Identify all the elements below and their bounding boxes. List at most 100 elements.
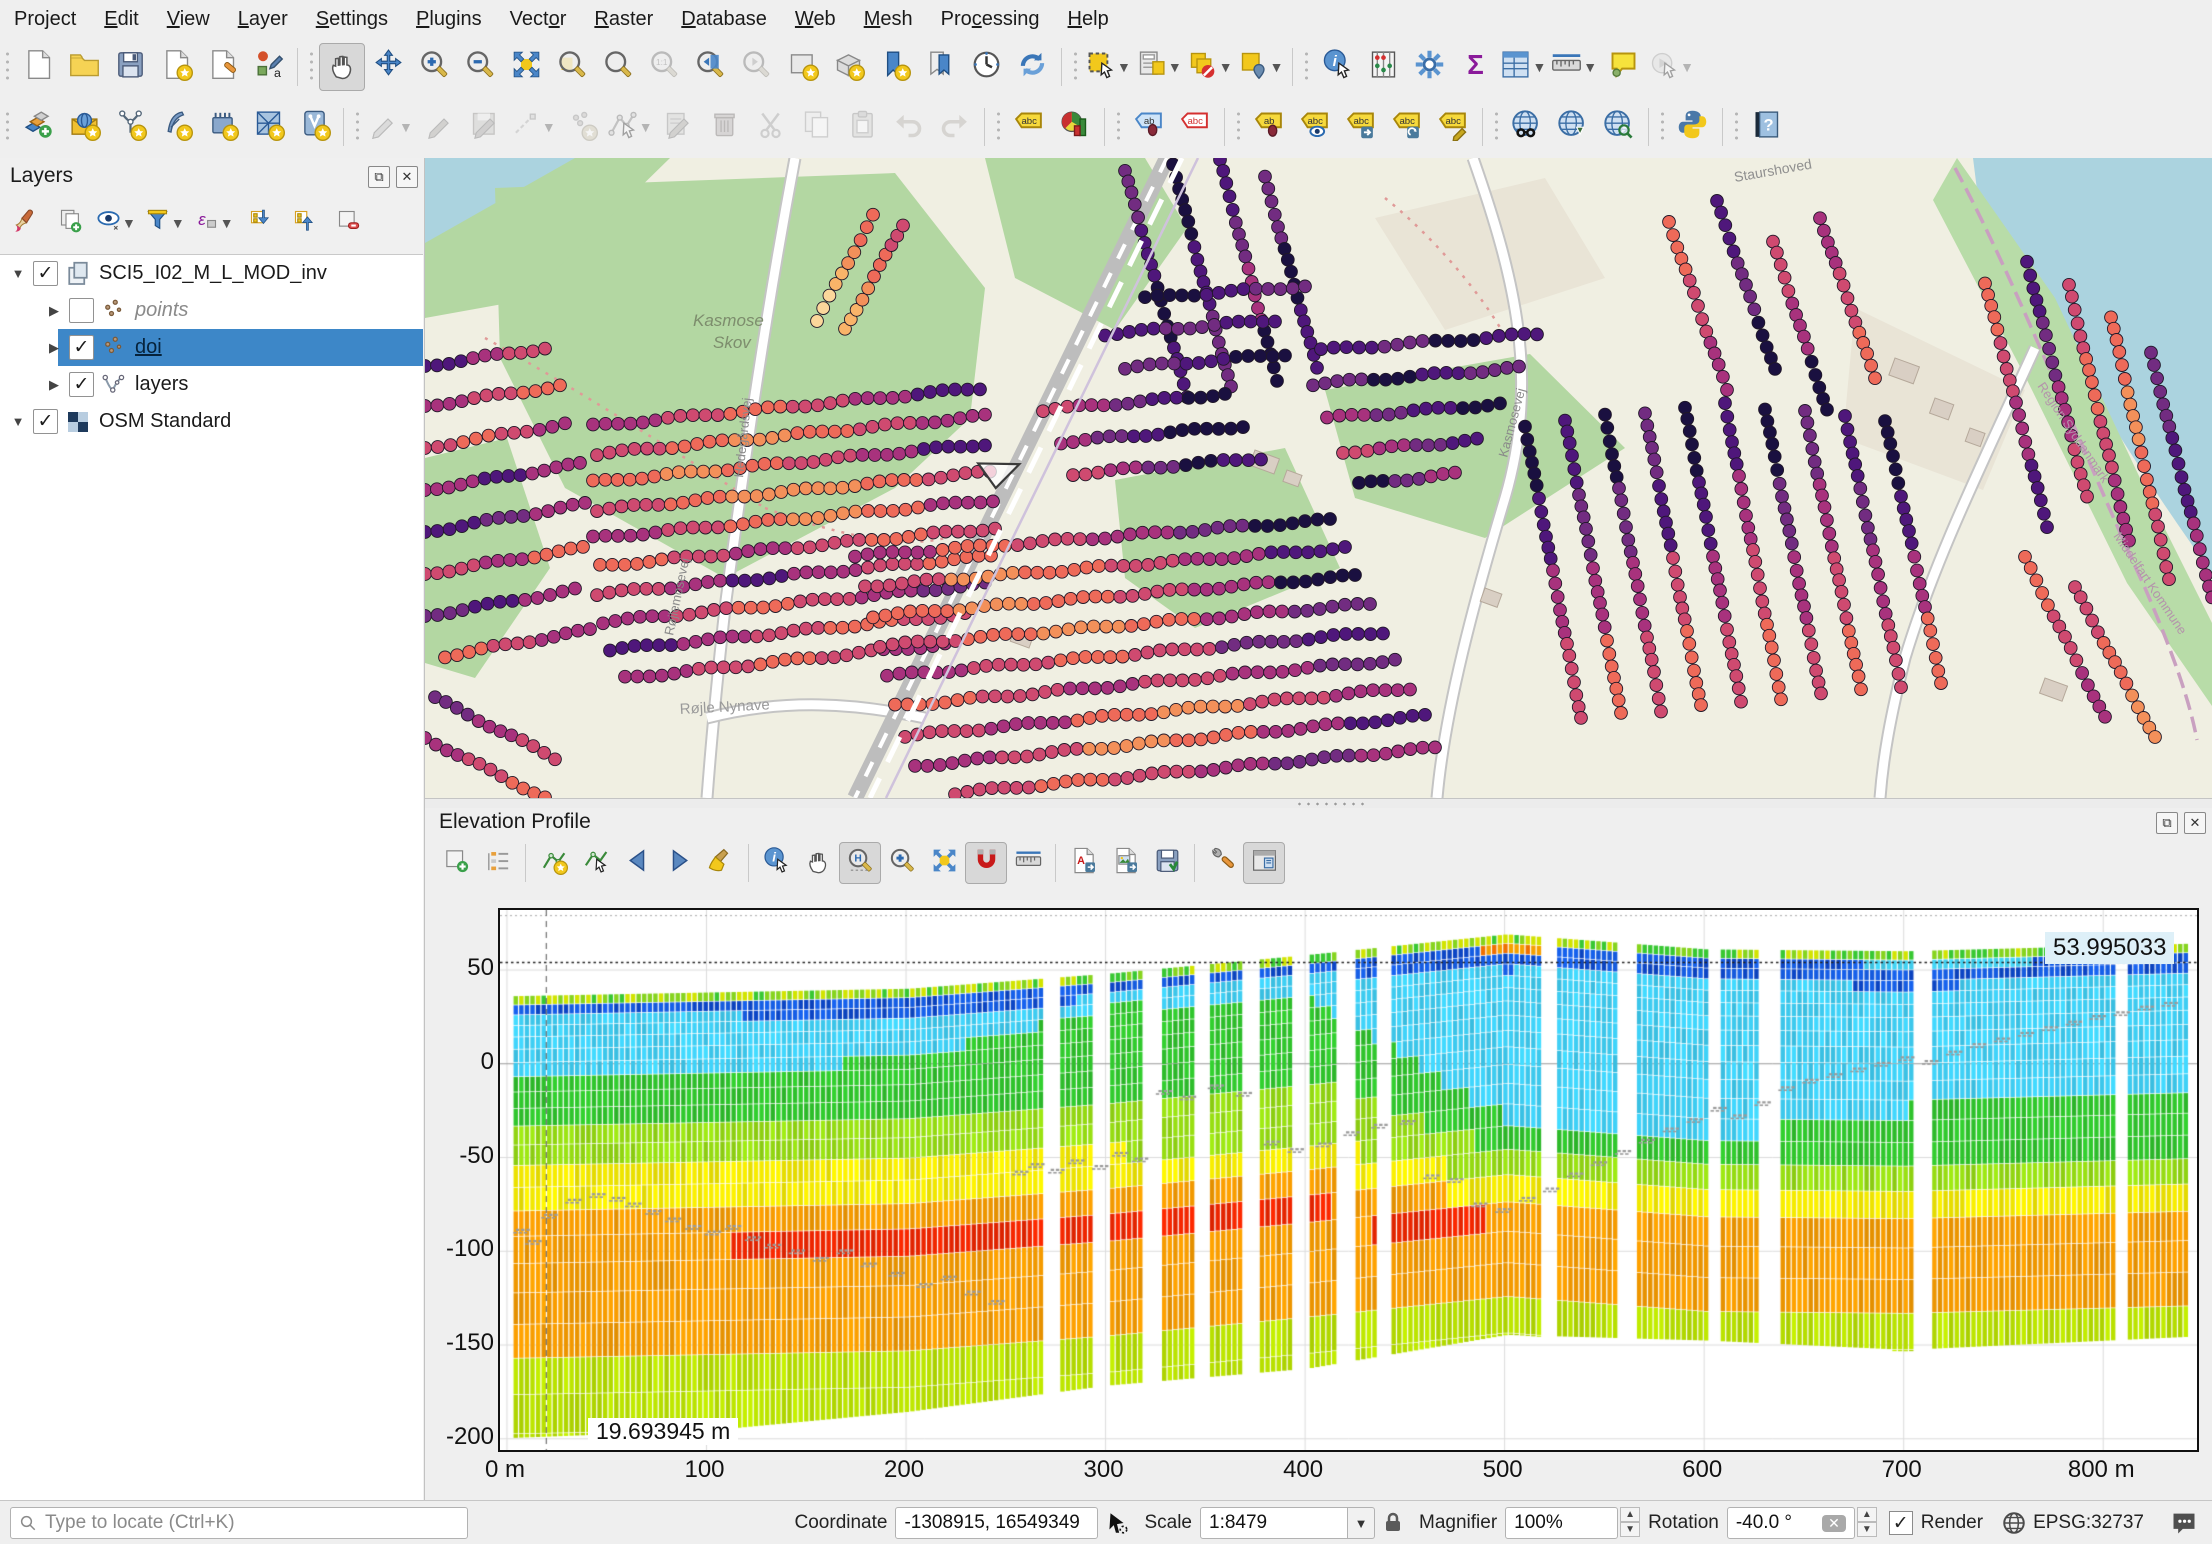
zoom-to-layer-button[interactable] xyxy=(549,43,595,91)
capture-curve-button[interactable] xyxy=(532,842,574,884)
new-shapefile-layer-button[interactable] xyxy=(107,103,153,151)
toolbar-grip[interactable] xyxy=(308,50,315,84)
elevation-chart-canvas[interactable] xyxy=(500,910,2197,1450)
chevron-down-icon[interactable]: ▼ xyxy=(1680,59,1694,75)
add-group-button[interactable] xyxy=(50,202,90,244)
quickmap-download-button[interactable] xyxy=(1550,103,1596,151)
lock-icon[interactable] xyxy=(1381,1511,1405,1535)
redo-button[interactable] xyxy=(932,103,978,151)
highlight-pinned-labels-button[interactable]: abc xyxy=(1292,103,1338,151)
menu-raster[interactable]: Raster xyxy=(580,3,667,36)
layer-tree-item-layers[interactable]: ▶✓layers xyxy=(0,366,423,403)
menu-database[interactable]: Database xyxy=(667,3,781,36)
layer-tree-item-points[interactable]: ▶points xyxy=(0,292,423,329)
toolbar-grip[interactable] xyxy=(995,110,1002,144)
toolbar-grip[interactable] xyxy=(354,110,361,144)
new-geopackage-layer-button[interactable] xyxy=(61,103,107,151)
add-record-button[interactable] xyxy=(559,103,605,151)
chevron-right-icon[interactable]: ▶ xyxy=(44,377,64,393)
filter-by-expression-button[interactable]: ε▼ xyxy=(192,202,237,244)
metasearch-button[interactable] xyxy=(1504,103,1550,151)
zoom-last-button[interactable] xyxy=(687,43,733,91)
export-pdf-button[interactable]: A xyxy=(1062,842,1104,884)
layer-diagram-button[interactable] xyxy=(1052,103,1098,151)
chevron-down-icon[interactable]: ▼ xyxy=(1583,59,1597,75)
undo-button[interactable] xyxy=(886,103,932,151)
menu-view[interactable]: View xyxy=(153,3,224,36)
save-profile-button[interactable] xyxy=(1146,842,1188,884)
new-print-layout-button[interactable] xyxy=(153,43,199,91)
toolbar-grip[interactable] xyxy=(1115,110,1122,144)
scale-combo[interactable]: 1:8479 ▼ xyxy=(1200,1507,1375,1539)
float-panel-icon[interactable]: ⧉ xyxy=(368,166,390,188)
layer-visibility-checkbox[interactable]: ✓ xyxy=(33,261,58,286)
menu-vector[interactable]: Vector xyxy=(496,3,581,36)
locator-bar[interactable]: Type to locate (Ctrl+K) xyxy=(10,1507,468,1539)
menu-mesh[interactable]: Mesh xyxy=(850,3,927,36)
messages-icon[interactable] xyxy=(2170,1509,2198,1537)
elevation-plot[interactable]: 19.693945 m 53.995033 xyxy=(498,908,2199,1452)
show-layout-manager-button[interactable] xyxy=(199,43,245,91)
new-project-button[interactable] xyxy=(15,43,61,91)
coordinate-input[interactable]: -1308915, 16549349 xyxy=(895,1507,1098,1539)
zoom-next-button[interactable] xyxy=(733,43,779,91)
pan-profile-button[interactable] xyxy=(797,842,839,884)
select-by-location-button[interactable]: ▼ xyxy=(1236,43,1287,91)
paste-features-button[interactable] xyxy=(840,103,886,151)
save-project-button[interactable] xyxy=(107,43,153,91)
menu-processing[interactable]: Processing xyxy=(927,3,1054,36)
magnifier-spin[interactable]: 100% ▲▼ xyxy=(1505,1507,1640,1539)
statistical-summary-button[interactable] xyxy=(1360,43,1406,91)
toolbar-grip[interactable] xyxy=(4,50,11,84)
toolbar-grip[interactable] xyxy=(1235,110,1242,144)
deselect-all-button[interactable]: ▼ xyxy=(1185,43,1236,91)
crs-label[interactable]: EPSG:32737 xyxy=(2033,1512,2144,1534)
menu-web[interactable]: Web xyxy=(781,3,850,36)
layer-visibility-checkbox[interactable]: ✓ xyxy=(69,335,94,360)
identify-profile-button[interactable]: i xyxy=(755,842,797,884)
collapse-all-button[interactable] xyxy=(285,202,325,244)
toolbar-grip[interactable] xyxy=(1072,50,1079,84)
toolbar-grip[interactable] xyxy=(1303,50,1310,84)
pan-map-button[interactable] xyxy=(319,43,365,91)
chevron-down-icon[interactable]: ▼ xyxy=(639,119,653,135)
toolbar-grip[interactable] xyxy=(4,110,11,144)
close-panel-icon[interactable]: ✕ xyxy=(2184,812,2206,834)
menu-edit[interactable]: Edit xyxy=(90,3,152,36)
manage-map-themes-button[interactable]: ▼ xyxy=(94,202,139,244)
map-tips-button[interactable] xyxy=(1600,43,1646,91)
menu-settings[interactable]: Settings xyxy=(302,3,402,36)
chevron-down-icon[interactable]: ▼ xyxy=(1219,59,1233,75)
rotation-spin[interactable]: -40.0 ° ✕ ▲▼ xyxy=(1727,1507,1877,1539)
chevron-down-icon[interactable]: ▼ xyxy=(1117,59,1131,75)
pin-labels-button[interactable]: ab xyxy=(1246,103,1292,151)
spin-up-icon[interactable]: ▲ xyxy=(1620,1507,1640,1522)
data-source-manager-button[interactable] xyxy=(15,103,61,151)
remove-layer-button[interactable] xyxy=(329,202,369,244)
chevron-down-icon[interactable]: ▼ xyxy=(1532,59,1546,75)
add-layers-button[interactable] xyxy=(435,842,477,884)
expand-all-button[interactable] xyxy=(241,202,281,244)
measure-distances-button[interactable] xyxy=(1007,842,1049,884)
zoom-x-axis-button[interactable]: H xyxy=(839,842,881,884)
processing-toolbox-button[interactable] xyxy=(1406,43,1452,91)
current-edits-button[interactable]: ▼ xyxy=(365,103,416,151)
chevron-down-icon[interactable]: ▼ xyxy=(399,119,413,135)
copy-features-button[interactable] xyxy=(794,103,840,151)
select-features-button[interactable]: ▼ xyxy=(1083,43,1134,91)
render-checkbox[interactable]: ✓ xyxy=(1889,1511,1913,1535)
identify-features-button[interactable]: i xyxy=(1314,43,1360,91)
style-manager-button[interactable]: a xyxy=(245,43,291,91)
filter-legend-button[interactable]: ▼ xyxy=(143,202,188,244)
menu-layer[interactable]: Layer xyxy=(224,3,302,36)
chevron-down-icon[interactable]: ▼ xyxy=(1168,59,1182,75)
move-label-button[interactable]: abc xyxy=(1338,103,1384,151)
snapping-button[interactable] xyxy=(965,842,1007,884)
toggle-editing-button[interactable] xyxy=(416,103,462,151)
new-temporary-scratch-layer-button[interactable] xyxy=(199,103,245,151)
zoom-full-profile-button[interactable] xyxy=(923,842,965,884)
chevron-right-icon[interactable]: ▶ xyxy=(44,340,64,356)
layer-options-button[interactable] xyxy=(477,842,519,884)
new-spatial-bookmark-button[interactable] xyxy=(871,43,917,91)
layer-visibility-checkbox[interactable] xyxy=(69,298,94,323)
